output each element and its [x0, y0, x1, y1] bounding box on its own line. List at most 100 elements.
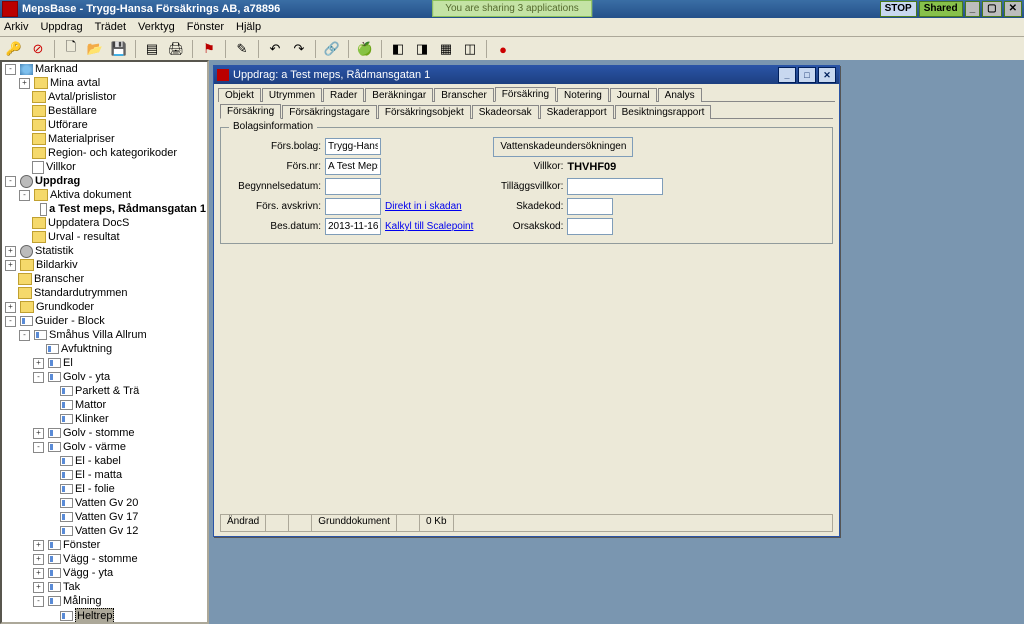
tree-standard[interactable]: Standardutrymmen	[34, 286, 128, 300]
tree-el-kabel[interactable]: El - kabel	[75, 454, 121, 468]
tab-forsakring[interactable]: Försäkring	[495, 87, 556, 102]
menu-verktyg[interactable]: Verktyg	[138, 21, 175, 33]
tree-uppdrag[interactable]: Uppdrag	[35, 174, 80, 188]
menu-arkiv[interactable]: Arkiv	[4, 21, 28, 33]
stop-button[interactable]: STOP	[880, 1, 917, 17]
input-besdatum[interactable]	[325, 218, 381, 235]
tree-pane[interactable]: -Marknad +Mina avtal Avtal/prislistor Be…	[0, 60, 209, 624]
brush-icon[interactable]: ✎	[232, 39, 252, 59]
shape1-icon[interactable]: ◧	[388, 39, 408, 59]
tree-golv-stomme[interactable]: Golv - stomme	[63, 426, 135, 440]
tree-region[interactable]: Region- och kategorikoder	[48, 146, 177, 160]
tree-materialpriser[interactable]: Materialpriser	[48, 132, 115, 146]
input-bolag[interactable]	[325, 138, 381, 155]
tree-uppdatera[interactable]: Uppdatera DocS	[48, 216, 129, 230]
redo-icon[interactable]: ↷	[289, 39, 309, 59]
tree-avfuktning[interactable]: Avfuktning	[61, 342, 112, 356]
close-button[interactable]: ✕	[1004, 1, 1022, 17]
menu-fonster[interactable]: Fönster	[187, 21, 224, 33]
no-entry-icon[interactable]: ⊘	[28, 39, 48, 59]
tree-utforare[interactable]: Utförare	[48, 118, 88, 132]
tab-berakningar[interactable]: Beräkningar	[365, 88, 433, 102]
save-icon[interactable]: 💾	[109, 39, 129, 59]
tree-vatten12[interactable]: Vatten Gv 12	[75, 524, 138, 538]
link-direkt[interactable]: Direkt in i skadan	[385, 201, 462, 212]
subtab-besiktning[interactable]: Besiktningsrapport	[615, 105, 712, 119]
tree-urval[interactable]: Urval - resultat	[48, 230, 120, 244]
tree-el-folie[interactable]: El - folie	[75, 482, 115, 496]
tree-branscher[interactable]: Branscher	[34, 272, 84, 286]
new-icon[interactable]: 🗋	[61, 39, 81, 59]
undo-icon[interactable]: ↶	[265, 39, 285, 59]
tree-heltrep[interactable]: Heltrep	[75, 608, 114, 624]
tree-el-matta[interactable]: El - matta	[75, 468, 122, 482]
doc-close-button[interactable]: ✕	[818, 67, 836, 83]
tab-notering[interactable]: Notering	[557, 88, 609, 102]
vattenskade-button[interactable]: Vattenskadeundersökningen	[493, 137, 633, 157]
menu-hjalp[interactable]: Hjälp	[236, 21, 261, 33]
tab-branscher[interactable]: Branscher	[434, 88, 494, 102]
tree-mina-avtal[interactable]: Mina avtal	[50, 76, 100, 90]
maximize-button[interactable]: ▢	[982, 1, 1001, 17]
collapse-icon[interactable]: -	[5, 64, 16, 75]
doc-maximize-button[interactable]: □	[798, 67, 816, 83]
menu-tradet[interactable]: Trädet	[95, 21, 126, 33]
tree-statistik[interactable]: Statistik	[35, 244, 74, 258]
tree-avtal[interactable]: Avtal/prislistor	[48, 90, 116, 104]
input-nr[interactable]	[325, 158, 381, 175]
tab-journal[interactable]: Journal	[610, 88, 657, 102]
tree-vatten17[interactable]: Vatten Gv 17	[75, 510, 138, 524]
doc-minimize-button[interactable]: _	[778, 67, 796, 83]
tree-grundkoder[interactable]: Grundkoder	[36, 300, 94, 314]
input-orsakskod[interactable]	[567, 218, 613, 235]
input-skadekod[interactable]	[567, 198, 613, 215]
tree-malning[interactable]: Målning	[63, 594, 102, 608]
subtab-objekt[interactable]: Försäkringsobjekt	[378, 105, 471, 119]
tree-vagg-yta[interactable]: Vägg - yta	[63, 566, 113, 580]
tree-tak[interactable]: Tak	[63, 580, 80, 594]
link-icon[interactable]: 🔗	[322, 39, 342, 59]
shape3-icon[interactable]: ▦	[436, 39, 456, 59]
red-dot-icon[interactable]: ●	[493, 39, 513, 59]
link-kalkyl[interactable]: Kalkyl till Scalepoint	[385, 221, 473, 232]
menu-uppdrag[interactable]: Uppdrag	[40, 21, 82, 33]
tree-parkett[interactable]: Parkett & Trä	[75, 384, 139, 398]
tree-aktiva[interactable]: Aktiva dokument	[50, 188, 131, 202]
input-begynnelse[interactable]	[325, 178, 381, 195]
subtab-skaderapport[interactable]: Skaderapport	[540, 105, 614, 119]
subtab-tagare[interactable]: Försäkringstagare	[282, 105, 377, 119]
tab-utrymmen[interactable]: Utrymmen	[262, 88, 322, 102]
tree-vagg-stomme[interactable]: Vägg - stomme	[63, 552, 138, 566]
minimize-button[interactable]: _	[965, 1, 981, 17]
tree-vatten20[interactable]: Vatten Gv 20	[75, 496, 138, 510]
tree-bildarkiv[interactable]: Bildarkiv	[36, 258, 78, 272]
tree-golv-varme[interactable]: Golv - värme	[63, 440, 126, 454]
shape2-icon[interactable]: ◨	[412, 39, 432, 59]
tree-klinker[interactable]: Klinker	[75, 412, 109, 426]
tree-smahus[interactable]: Småhus Villa Allrum	[49, 328, 147, 342]
input-tillaggs[interactable]	[567, 178, 663, 195]
tree-el[interactable]: El	[63, 356, 73, 370]
open-icon[interactable]: 📂	[85, 39, 105, 59]
subtab-skadeorsak[interactable]: Skadeorsak	[472, 105, 539, 119]
tree-test-meps[interactable]: a Test meps, Rådmansgatan 1	[49, 202, 206, 216]
print-icon[interactable]: 🖨	[166, 39, 186, 59]
tree-guider[interactable]: Guider - Block	[35, 314, 105, 328]
tree-mattor[interactable]: Mattor	[75, 398, 106, 412]
tree-villkor[interactable]: Villkor	[46, 160, 76, 174]
tree-bestallare[interactable]: Beställare	[48, 104, 97, 118]
tab-rader[interactable]: Rader	[323, 88, 364, 102]
key-icon[interactable]: 🔑	[4, 39, 24, 59]
tree-golv-yta[interactable]: Golv - yta	[63, 370, 110, 384]
tree-fonster[interactable]: Fönster	[63, 538, 100, 552]
shape4-icon[interactable]: ◫	[460, 39, 480, 59]
preview-icon[interactable]: ▤	[142, 39, 162, 59]
tab-analys[interactable]: Analys	[658, 88, 702, 102]
shared-button[interactable]: Shared	[919, 1, 963, 17]
apple-icon[interactable]: 🍏	[355, 39, 375, 59]
subtab-forsakring[interactable]: Försäkring	[220, 104, 281, 119]
input-avskrivn[interactable]	[325, 198, 381, 215]
tree-marknad[interactable]: Marknad	[35, 62, 78, 76]
tab-objekt[interactable]: Objekt	[218, 88, 261, 102]
flag-icon[interactable]: ⚑	[199, 39, 219, 59]
